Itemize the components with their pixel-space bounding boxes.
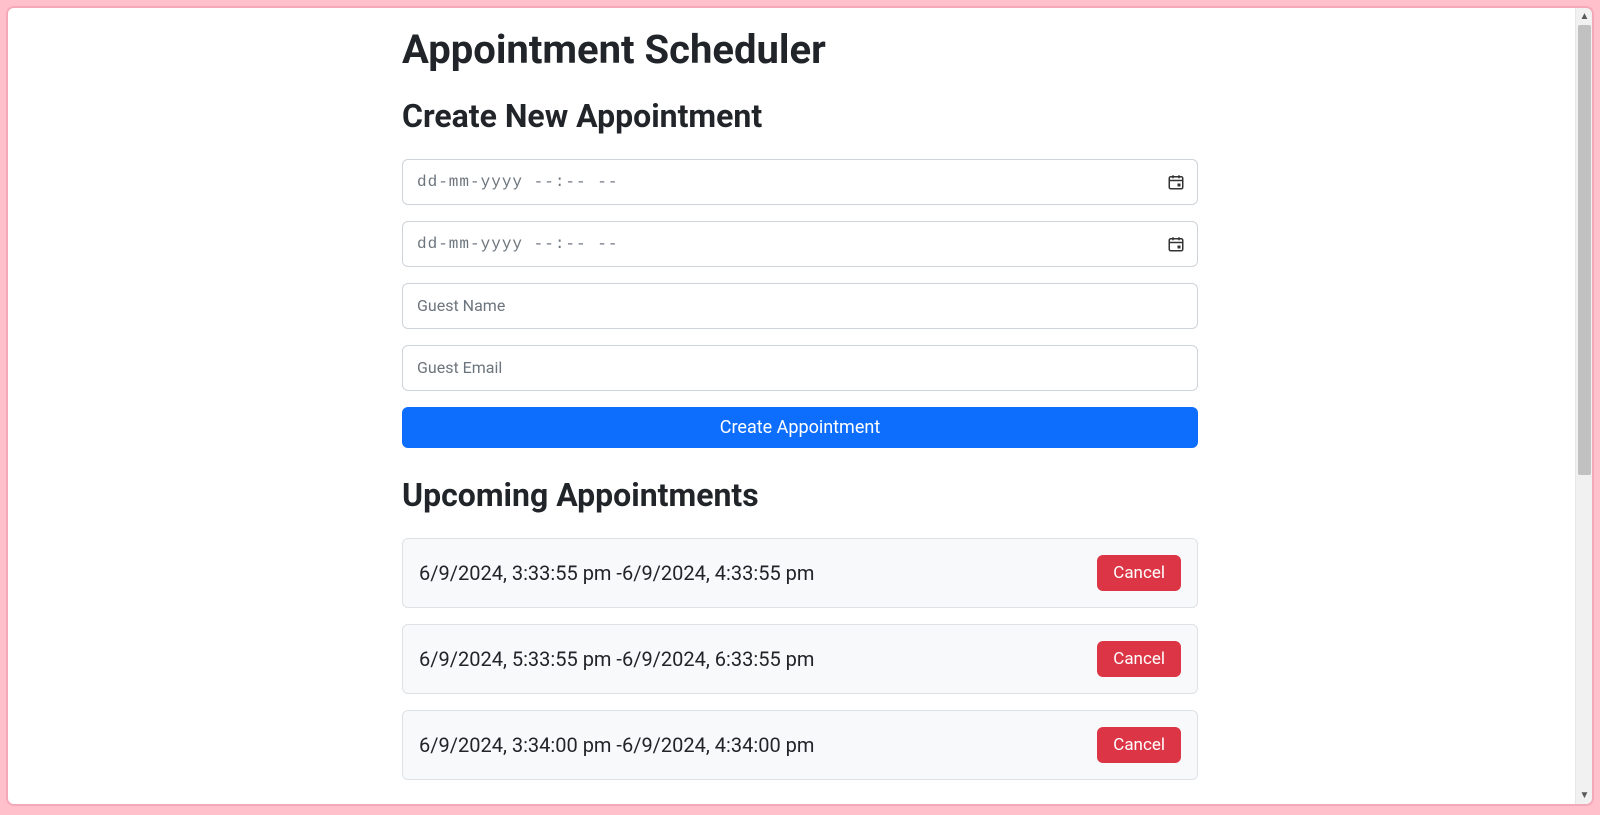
cancel-button[interactable]: Cancel — [1097, 555, 1181, 591]
start-datetime-input[interactable] — [402, 159, 1198, 205]
start-datetime-group — [402, 159, 1198, 205]
appointment-item: 6/9/2024, 3:34:00 pm -6/9/2024, 4:34:00 … — [402, 710, 1198, 780]
scrollbar-thumb[interactable] — [1578, 25, 1591, 475]
appointment-list: 6/9/2024, 3:33:55 pm -6/9/2024, 4:33:55 … — [402, 538, 1198, 780]
guest-name-group — [402, 283, 1198, 329]
guest-email-group — [402, 345, 1198, 391]
scroll-up-icon[interactable]: ▲ — [1576, 8, 1593, 25]
appointment-range: 6/9/2024, 5:33:55 pm -6/9/2024, 6:33:55 … — [419, 647, 814, 671]
appointment-range: 6/9/2024, 3:33:55 pm -6/9/2024, 4:33:55 … — [419, 561, 814, 585]
page-title: Appointment Scheduler — [402, 26, 1198, 73]
scroll-down-icon[interactable]: ▼ — [1576, 787, 1593, 804]
guest-name-input[interactable] — [402, 283, 1198, 329]
appointment-item: 6/9/2024, 3:33:55 pm -6/9/2024, 4:33:55 … — [402, 538, 1198, 608]
calendar-icon[interactable] — [1166, 172, 1186, 192]
app-frame: Appointment Scheduler Create New Appoint… — [6, 6, 1594, 806]
cancel-button[interactable]: Cancel — [1097, 641, 1181, 677]
main-container: Appointment Scheduler Create New Appoint… — [402, 8, 1198, 804]
end-datetime-group — [402, 221, 1198, 267]
upcoming-heading: Upcoming Appointments — [402, 476, 1198, 514]
end-datetime-input[interactable] — [402, 221, 1198, 267]
guest-email-input[interactable] — [402, 345, 1198, 391]
scrollbar[interactable]: ▲ ▼ — [1575, 8, 1592, 804]
calendar-icon[interactable] — [1166, 234, 1186, 254]
create-appointment-button[interactable]: Create Appointment — [402, 407, 1198, 448]
appointment-range: 6/9/2024, 3:34:00 pm -6/9/2024, 4:34:00 … — [419, 733, 814, 757]
create-heading: Create New Appointment — [402, 97, 1198, 135]
cancel-button[interactable]: Cancel — [1097, 727, 1181, 763]
appointment-item: 6/9/2024, 5:33:55 pm -6/9/2024, 6:33:55 … — [402, 624, 1198, 694]
